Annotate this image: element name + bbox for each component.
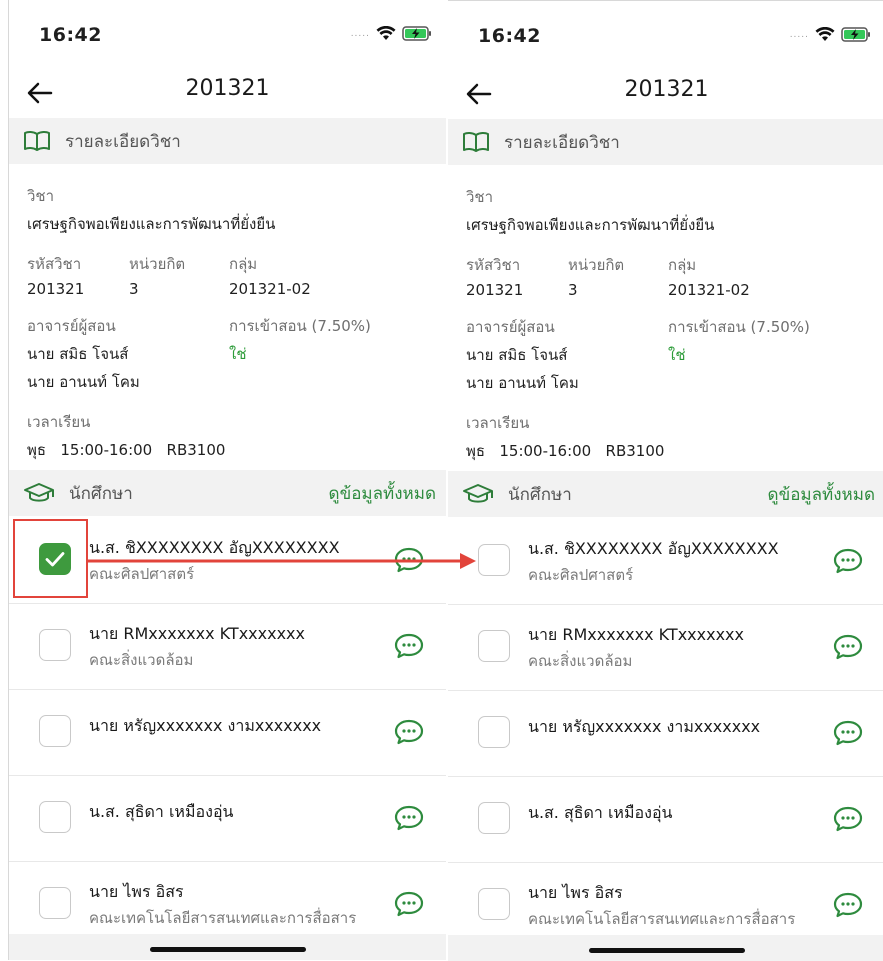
annotation-arrow-icon bbox=[86, 553, 476, 569]
